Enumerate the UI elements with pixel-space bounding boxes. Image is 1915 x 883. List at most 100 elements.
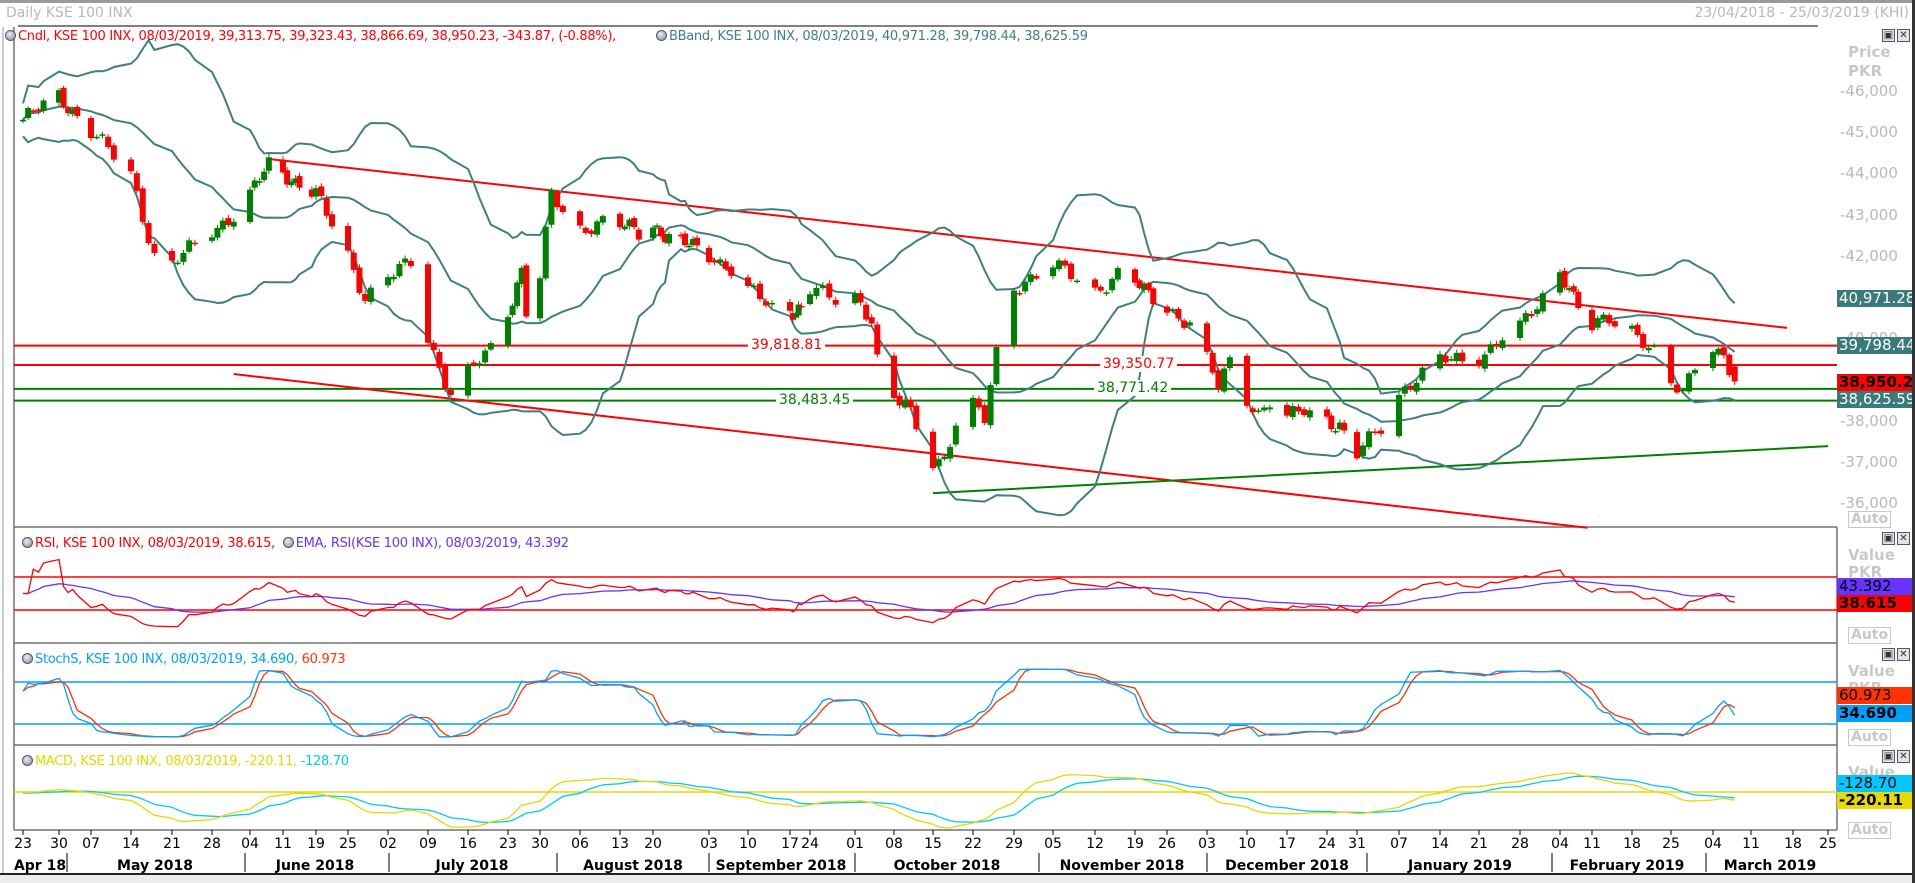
bollinger-bands [22, 38, 1736, 517]
x-tick-label: 25 [339, 836, 357, 852]
candle-body [1103, 292, 1110, 294]
restore-icon[interactable]: ▣ [1882, 648, 1895, 661]
rsi-legend-text: RSI, KSE 100 INX, 08/03/2019, 38.615, [35, 536, 275, 551]
candle-body [133, 173, 140, 191]
candle-body [323, 198, 330, 216]
stoch-panel-lines [14, 668, 1837, 738]
candle-body [1575, 291, 1582, 309]
x-month-label: June 2018 [275, 858, 355, 874]
stoch-legend[interactable]: StochS, KSE 100 INX, 08/03/2019, 34.690,… [22, 652, 346, 667]
candle-body [1448, 359, 1455, 361]
close-icon[interactable]: ✕ [1897, 532, 1910, 545]
chart-canvas[interactable] [0, 0, 1915, 873]
candle-body [367, 287, 374, 302]
x-tick-label: 14 [122, 836, 140, 852]
rsi-legend[interactable]: RSI, KSE 100 INX, 08/03/2019, 38.615, EM… [22, 536, 569, 551]
x-tick-label: 30 [50, 836, 68, 852]
candle-body [1255, 410, 1262, 412]
x-tick-label: 12 [1086, 836, 1104, 852]
candle-body [1715, 348, 1722, 355]
macd-legend[interactable]: MACD, KSE 100 INX, 08/03/2019, -220.11, … [22, 754, 349, 769]
clock-icon[interactable] [22, 755, 33, 766]
bband-legend[interactable]: BBand, KSE 100 INX, 08/03/2019, 40,971.2… [656, 29, 1088, 44]
candle-body [191, 242, 198, 245]
candle-body [751, 285, 757, 288]
candle-legend[interactable]: Cndl, KSE 100 INX, 08/03/2019, 39,313.75… [5, 29, 616, 44]
clock-icon[interactable] [656, 30, 667, 41]
candle-body [1378, 430, 1384, 434]
candle-body [826, 283, 833, 298]
candle-body [896, 395, 903, 406]
candle-body [1600, 314, 1607, 320]
candle-body [487, 343, 494, 350]
candle-body [832, 299, 839, 305]
x-tick-label: 15 [924, 836, 942, 852]
x-tick-label: 14 [1431, 836, 1449, 852]
candle-body [30, 110, 37, 112]
x-month-label: October 2018 [893, 858, 1001, 874]
candle-body [763, 301, 769, 306]
clock-icon[interactable] [22, 653, 33, 664]
close-icon[interactable]: ✕ [1897, 750, 1910, 763]
candle-body [296, 176, 303, 188]
candle-body [476, 363, 483, 367]
candle-body [1442, 355, 1449, 363]
price-axis-label: -45,000 [1840, 123, 1898, 142]
candle-body [813, 287, 820, 297]
candle-body [219, 220, 226, 230]
candle-body [1726, 354, 1733, 376]
x-tick-label: 28 [203, 836, 221, 852]
stoch-legend-text: StochS, KSE 100 INX, 08/03/2019, 34.690, [35, 652, 298, 667]
x-tick-label: 11 [274, 836, 292, 852]
macd-window-controls: ▣ ✕ [1880, 748, 1910, 763]
x-tick-label: 26 [1158, 836, 1176, 852]
restore-icon[interactable]: ▣ [1882, 532, 1895, 545]
candle-body [261, 171, 268, 180]
stoch-auto-button[interactable]: Auto [1848, 729, 1892, 746]
price-auto-button[interactable]: Auto [1848, 511, 1892, 528]
price-axis-label: -36,000 [1840, 494, 1898, 512]
candle-body [247, 189, 253, 222]
close-icon[interactable]: ✕ [1897, 648, 1910, 661]
candle-body [1249, 408, 1256, 413]
candle-body [947, 446, 954, 459]
candle-body [1528, 314, 1535, 317]
x-month-label: September 2018 [715, 858, 847, 874]
clock-icon[interactable] [282, 537, 294, 548]
candle-body [313, 188, 319, 197]
candle-body [1692, 369, 1698, 374]
rsi-line [23, 558, 1735, 628]
candle-body [621, 226, 628, 230]
x-tick-label: 11 [1583, 836, 1601, 852]
candle-body [868, 317, 875, 324]
macd-line [22, 772, 1735, 829]
close-icon[interactable]: ✕ [1897, 29, 1910, 42]
candle-body [139, 188, 146, 222]
candle-body [711, 260, 718, 263]
candle-body [987, 385, 994, 426]
candle-body [1332, 431, 1339, 433]
clock-icon[interactable] [5, 30, 16, 41]
clock-icon[interactable] [22, 537, 33, 548]
candle-body [1453, 352, 1460, 362]
candle-body [1033, 275, 1040, 279]
restore-icon[interactable]: ▣ [1882, 750, 1895, 763]
macd-auto-button[interactable]: Auto [1848, 822, 1892, 839]
restore-icon[interactable]: ▣ [1882, 29, 1895, 42]
candle-body [650, 227, 656, 238]
candle-body [105, 136, 112, 148]
candle-body [1056, 260, 1062, 270]
level-label: 38,771.42 [1094, 380, 1172, 396]
candle-body [1594, 318, 1601, 328]
rsi-panel-lines [14, 558, 1837, 628]
stoch-k-line [22, 668, 1736, 738]
candle-body [509, 305, 516, 315]
candle-body [180, 252, 187, 262]
candle-body [1640, 333, 1647, 348]
rsi-auto-button[interactable]: Auto [1848, 627, 1892, 644]
candle-body [1522, 313, 1529, 322]
x-tick-label: 05 [1044, 836, 1062, 852]
level-label: 39,818.81 [748, 337, 826, 353]
rsi-value: 38.615 [1837, 595, 1912, 612]
candle-body [728, 266, 735, 276]
